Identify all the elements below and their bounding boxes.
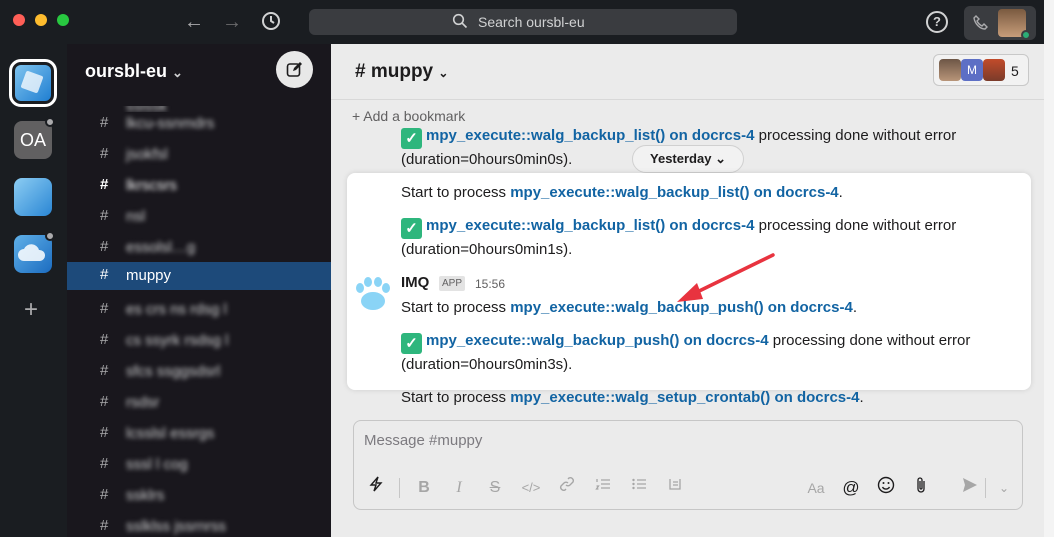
history-icon[interactable] (259, 10, 283, 34)
member-avatar: M (961, 59, 983, 81)
title-bar: ← → Search oursbl-eu ? (0, 0, 1044, 44)
workspace-bear-logo-icon[interactable] (14, 178, 52, 216)
member-avatar (939, 59, 961, 81)
sidebar-channel[interactable]: # lkrscsrs (67, 172, 331, 200)
italic-icon[interactable]: I (447, 476, 471, 500)
message-timestamp[interactable]: 15:56 (475, 277, 505, 291)
message-line: Start to process mpy_execute::walg_backu… (401, 184, 843, 201)
search-icon (452, 13, 468, 29)
sidebar-channel[interactable]: # sslklss jssrnrss (67, 513, 331, 537)
message-duration: (duration=0hours0min0s). (401, 151, 573, 168)
workspace-unread-dot (45, 231, 55, 241)
message-composer[interactable]: Message #muppy B I S </> Aa @ ⌄ (353, 420, 1023, 510)
channel-sidebar: oursbl-eu ⌄ sslssk #lkcu-ssnmdrs #jsokfs… (67, 44, 331, 537)
forward-arrow-icon[interactable]: → (220, 10, 244, 34)
message-link[interactable]: mpy_execute::walg_setup_crontab() on doc… (510, 389, 859, 406)
sidebar-channel[interactable]: # essolsl…g (67, 234, 331, 262)
date-divider-button[interactable]: Yesterday ⌄ (632, 145, 744, 173)
workspace-oa[interactable]: OA (14, 121, 52, 159)
check-mark-icon: ✓ (401, 128, 422, 149)
strikethrough-icon[interactable]: S (483, 476, 507, 500)
workspace-name[interactable]: oursbl-eu ⌄ (85, 61, 183, 82)
sidebar-header: oursbl-eu ⌄ (67, 44, 331, 98)
app-badge: APP (439, 276, 466, 291)
emoji-icon[interactable] (874, 476, 898, 500)
workspace-rail: OA + (0, 44, 67, 537)
compose-button[interactable] (276, 51, 313, 88)
channel-title[interactable]: # muppy ⌄ (355, 61, 448, 83)
add-workspace-icon[interactable]: + (24, 296, 38, 324)
sidebar-channel[interactable]: # cs ssyrk rsdsg l (67, 327, 331, 355)
message-line: ✓ mpy_execute::walg_backup_list() on docr… (401, 214, 956, 239)
workspace-logo-icon (15, 65, 51, 101)
sidebar-channel[interactable]: # es crs ns rdsg l (67, 296, 331, 324)
check-mark-icon: ✓ (401, 218, 422, 239)
message-link[interactable]: mpy_execute::walg_backup_list() on docrc… (426, 217, 754, 234)
channel-header: # muppy ⌄ M 5 (331, 44, 1044, 100)
mention-icon[interactable]: @ (839, 476, 863, 500)
workspace-oursbl-eu[interactable] (9, 59, 57, 107)
check-mark-icon: ✓ (401, 333, 422, 354)
sidebar-channel-muppy[interactable]: # muppy (67, 262, 331, 290)
send-icon[interactable] (958, 476, 982, 500)
message-link[interactable]: mpy_execute::walg_backup_list() on docrc… (510, 184, 838, 201)
sidebar-channel[interactable]: # ssklrs (67, 482, 331, 510)
sidebar-channel[interactable]: # sssl l cog (67, 451, 331, 479)
red-arrow-icon (677, 253, 775, 302)
add-bookmark-button[interactable]: + Add a bookmark (352, 108, 465, 124)
sidebar-channel[interactable]: # nsl (67, 203, 331, 231)
workspace-unread-dot (45, 117, 55, 127)
sidebar-channel[interactable]: # lkcu-ssnmdrs (67, 110, 331, 138)
member-count: 5 (1011, 63, 1019, 79)
huddle-area[interactable] (964, 6, 1036, 40)
blockquote-icon[interactable] (663, 476, 687, 500)
bear-paw-avatar-icon[interactable] (353, 273, 393, 313)
workspace-cloud-logo-icon[interactable] (14, 235, 52, 273)
help-icon[interactable]: ? (926, 11, 948, 33)
member-avatar (983, 59, 1005, 81)
search-placeholder: Search oursbl-eu (478, 14, 585, 30)
message-duration: (duration=0hours0min3s). (401, 356, 573, 373)
search-bar[interactable]: Search oursbl-eu (309, 9, 737, 35)
presence-indicator (1021, 30, 1031, 40)
message-input[interactable]: Message #muppy (364, 432, 482, 449)
close-window-button[interactable] (13, 14, 25, 26)
message-line: Start to process mpy_execute::walg_backu… (401, 299, 857, 316)
send-options-chevron-icon[interactable]: ⌄ (992, 476, 1016, 500)
message-duration: (duration=0hours0min1s). (401, 241, 573, 258)
bulleted-list-icon[interactable] (627, 476, 651, 500)
message-link[interactable]: mpy_execute::walg_backup_list() on docrc… (426, 127, 754, 144)
back-arrow-icon[interactable]: ← (182, 10, 206, 34)
link-icon[interactable] (555, 476, 579, 500)
code-icon[interactable]: </> (519, 476, 543, 500)
highlighted-message-card: Start to process mpy_execute::walg_backu… (347, 173, 1031, 390)
zoom-window-button[interactable] (57, 14, 69, 26)
minimize-window-button[interactable] (35, 14, 47, 26)
sidebar-channel[interactable]: # sfcs ssggsdsrl (67, 358, 331, 386)
shortcuts-icon[interactable] (364, 476, 388, 500)
sidebar-channel[interactable]: # lcsslsl essrgs (67, 420, 331, 448)
message-link[interactable]: mpy_execute::walg_backup_push() on docrc… (426, 332, 769, 349)
sidebar-channel[interactable]: # jsokfsl (67, 141, 331, 169)
window-edge (1044, 0, 1054, 537)
message-line: ✓ mpy_execute::walg_backup_push() on docr… (401, 329, 970, 354)
phone-icon[interactable] (972, 14, 990, 32)
message-author[interactable]: IMQ (401, 274, 429, 291)
members-button[interactable]: M 5 (933, 54, 1029, 86)
sidebar-channel[interactable]: # rsdsr (67, 389, 331, 417)
attachment-icon[interactable] (909, 476, 933, 500)
compose-icon (286, 62, 302, 77)
bold-icon[interactable]: B (412, 476, 436, 500)
ordered-list-icon[interactable] (591, 476, 615, 500)
format-toggle-icon[interactable]: Aa (804, 476, 828, 500)
app-window: ← → Search oursbl-eu ? OA + oursbl-eu ⌄ … (0, 0, 1044, 537)
